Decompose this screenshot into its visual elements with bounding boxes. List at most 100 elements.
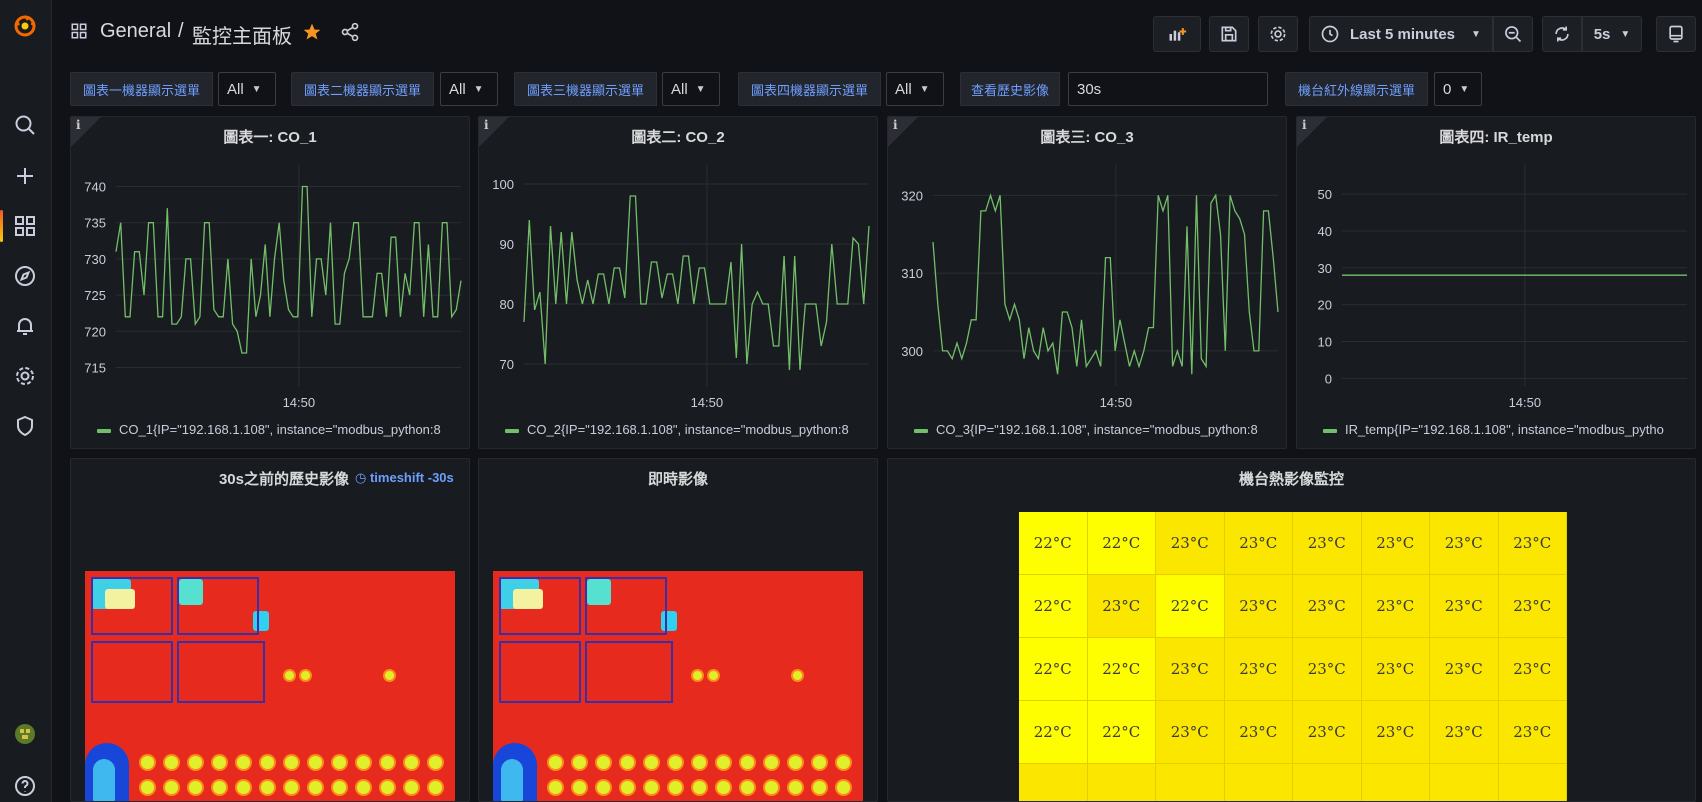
temp-cell: 23°C (1224, 701, 1293, 764)
settings-button[interactable] (1258, 16, 1298, 52)
thermal-dot (429, 756, 442, 769)
breadcrumb-separator: / (178, 20, 184, 42)
temp-cell: 22°C (1087, 701, 1156, 764)
thermal-dot (789, 781, 802, 794)
temp-cell (1087, 764, 1156, 801)
thermal-dot (285, 756, 298, 769)
panel-co1: i 圖表一: CO_1 715 720 725 730 735 740 14:50 CO_1… (70, 116, 470, 449)
time-range-picker[interactable]: Last 5 minutes ▼ (1309, 16, 1493, 52)
grafana-logo-icon[interactable] (0, 8, 50, 44)
zoom-out-button[interactable] (1493, 16, 1533, 52)
variable-select-chart4[interactable]: All ▼ (886, 72, 944, 106)
refresh-button[interactable] (1542, 16, 1582, 52)
compass-icon[interactable] (0, 258, 50, 294)
legend-item[interactable]: IR_temp{IP="192.168.1.108", instance="mo… (1323, 422, 1688, 437)
breadcrumb-folder[interactable]: General (100, 20, 171, 43)
chevron-down-icon: ▼ (919, 83, 930, 95)
legend-item[interactable]: CO_2{IP="192.168.1.108", instance="modbu… (505, 422, 870, 437)
y-tick-label: 50 (1318, 187, 1332, 202)
bell-icon[interactable] (0, 308, 50, 344)
chevron-down-icon: ▼ (473, 83, 484, 95)
roi-box (177, 577, 259, 635)
thermal-dot (333, 756, 346, 769)
plus-icon[interactable] (0, 158, 50, 194)
thermal-dot (709, 671, 718, 680)
y-tick-label: 10 (1318, 334, 1332, 349)
thermal-dot (573, 756, 586, 769)
thermal-dot (213, 781, 226, 794)
variable-label-chart2: 圖表二機器顯示選單 (291, 72, 434, 106)
variable-label-chart3: 圖表三機器顯示選單 (514, 72, 657, 106)
y-tick-label: 300 (901, 344, 923, 359)
panel-title[interactable]: 即時影像 (479, 468, 877, 489)
x-tick-label: 14:50 (283, 395, 316, 410)
panel-title[interactable]: 機台熱影像監控 (888, 468, 1695, 489)
chevron-down-icon: ▼ (1459, 83, 1470, 95)
temp-cell: 23°C (1498, 701, 1567, 764)
thermal-dot (141, 781, 154, 794)
thermal-dot (597, 756, 610, 769)
shield-icon[interactable] (0, 408, 50, 444)
temp-cell: 22°C (1019, 575, 1088, 638)
legend-item[interactable]: CO_3{IP="192.168.1.108", instance="modbu… (914, 422, 1279, 437)
help-icon[interactable] (0, 768, 50, 802)
thermal-dot (285, 781, 298, 794)
thermal-dot (573, 781, 586, 794)
thermal-dot (381, 756, 394, 769)
refresh-interval-picker[interactable]: 5s ▼ (1582, 16, 1642, 52)
temp-cell (1224, 764, 1293, 801)
thermal-dot (285, 671, 294, 680)
y-tick-label: 40 (1318, 224, 1332, 239)
thermal-blob (501, 759, 523, 801)
thermal-dot (333, 781, 346, 794)
thermal-dot (669, 781, 682, 794)
panel-co2: i 圖表二: CO_2 70 80 90 100 14:50 CO_2{IP="192.… (478, 116, 878, 449)
star-icon[interactable] (302, 22, 322, 48)
legend-item[interactable]: CO_1{IP="192.168.1.108", instance="modbu… (97, 422, 462, 437)
panel-co3: i 圖表三: CO_3 300 310 320 14:50 CO_3{IP="192.… (887, 116, 1287, 449)
temp-cell: 23°C (1224, 575, 1293, 638)
variable-select-ir[interactable]: 0 ▼ (1434, 72, 1482, 106)
panel-title[interactable]: 30s之前的歷史影像 (71, 468, 349, 489)
history-offset-input[interactable]: 30s (1068, 72, 1268, 106)
variable-label-chart1: 圖表一機器顯示選單 (70, 72, 213, 106)
y-tick-label: 310 (901, 266, 923, 281)
temp-cell: 23°C (1293, 575, 1362, 638)
legend-swatch (1323, 428, 1337, 433)
thermal-dot (693, 756, 706, 769)
thermal-dot (717, 781, 730, 794)
variable-select-chart1[interactable]: All ▼ (218, 72, 276, 106)
thermal-dot (429, 781, 442, 794)
variable-select-chart3[interactable]: All ▼ (662, 72, 720, 106)
variable-select-chart2[interactable]: All ▼ (440, 72, 498, 106)
tv-mode-button[interactable] (1656, 16, 1696, 52)
search-icon[interactable] (0, 107, 50, 143)
temp-cell: 22°C (1019, 512, 1088, 575)
temp-cell: 23°C (1498, 575, 1567, 638)
co1-chart: 715 720 725 730 735 740 14:50 (84, 164, 462, 410)
temp-cell: 22°C (1087, 512, 1156, 575)
thermal-dot (789, 756, 802, 769)
series-line (932, 193, 1279, 375)
thermal-dot (717, 756, 730, 769)
y-tick-label: 100 (492, 177, 514, 192)
clock-icon: ◷ (355, 470, 367, 485)
share-icon[interactable] (340, 22, 360, 48)
temp-cell (1293, 764, 1362, 801)
chevron-down-icon: ▼ (251, 83, 262, 95)
temp-cell: 23°C (1293, 638, 1362, 701)
thermal-dot (165, 781, 178, 794)
dashboard-grid-icon[interactable] (70, 22, 88, 46)
gear-icon[interactable] (0, 358, 50, 394)
avatar[interactable] (0, 716, 50, 752)
save-dashboard-button[interactable] (1209, 16, 1249, 52)
temp-cell: 23°C (1224, 638, 1293, 701)
y-tick-label: 70 (500, 357, 514, 372)
page-title[interactable]: 監控主面板 (192, 20, 292, 49)
temp-cell (1019, 764, 1088, 801)
add-panel-button[interactable] (1153, 16, 1201, 52)
thermal-dot (765, 781, 778, 794)
roi-box (499, 577, 581, 635)
dashboards-icon[interactable] (0, 208, 50, 244)
panel-thermal-monitor: 機台熱影像監控 22°C 22°C 23°C 23°C 23°C 23°C 23°C 23°C… (887, 458, 1696, 802)
